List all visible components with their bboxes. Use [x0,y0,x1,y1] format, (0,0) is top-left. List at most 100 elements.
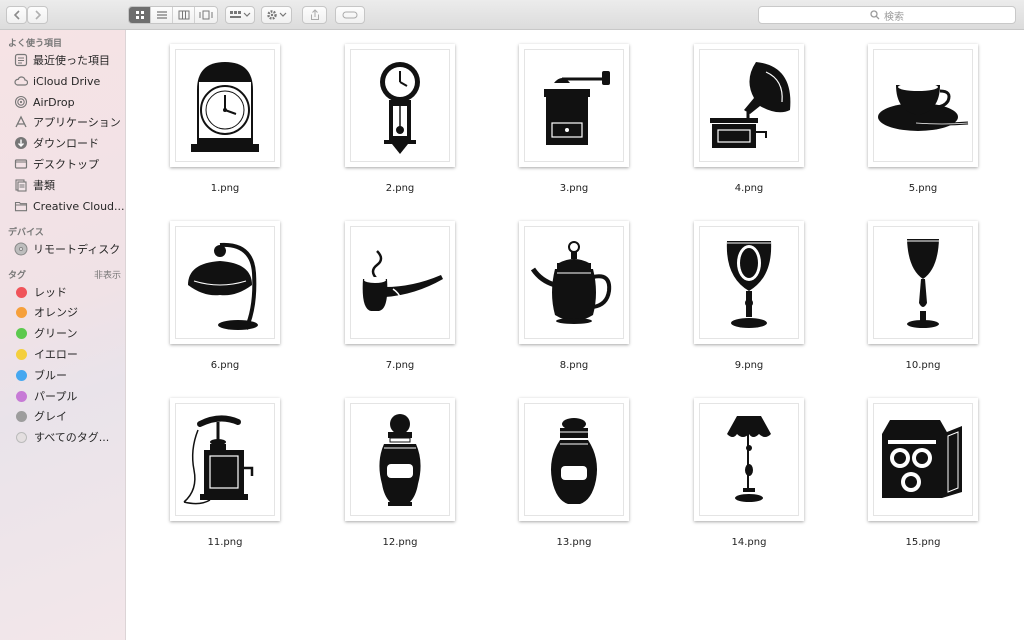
sidebar-item-icloud[interactable]: iCloud Drive [14,71,100,91]
sidebar-item-airdrop[interactable]: AirDrop [14,92,75,112]
sidebar-tag-gray[interactable]: グレイ [14,406,67,426]
file-thumbnail[interactable] [345,398,455,521]
file-thumbnail[interactable] [345,221,455,344]
forward-button[interactable] [27,6,48,24]
file-thumbnail[interactable] [868,44,978,167]
sidebar-tag-red[interactable]: レッド [14,282,67,302]
sidebar-item-label: レッド [34,286,67,299]
desk-lamp-icon [188,242,258,330]
sidebar-item-remote-disc[interactable]: リモートディスク [14,239,120,259]
sidebar-item-label: ブルー [34,369,67,382]
sidebar-item-label: リモートディスク [33,243,121,256]
desktop-icon [14,157,28,171]
sidebar-item-label: イエロー [34,348,78,361]
grid-icon [135,11,144,19]
file-name: 12.png [382,537,418,548]
sidebar-item-creative-cloud[interactable]: Creative Cloud... [14,196,125,216]
file-thumbnail[interactable] [694,44,804,167]
file-thumbnail[interactable] [519,221,629,344]
search-field[interactable]: 検索 [758,6,1016,24]
sidebar-item-label: 書類 [33,179,55,192]
coffee-grinder-icon [544,70,610,145]
list-view-button[interactable] [151,7,173,23]
sidebar-tag-green[interactable]: グリーン [14,323,77,343]
icon-view-button[interactable] [129,7,151,23]
sidebar-item-label: Creative Cloud... [33,199,125,213]
sidebar-item-label: iCloud Drive [33,74,101,88]
chevron-right-icon [34,10,41,20]
floor-lamp-icon [727,415,771,502]
sidebar-item-applications[interactable]: アプリケーション [14,112,121,132]
back-button[interactable] [6,6,27,24]
sidebar-item-label: 最近使った項目 [33,54,110,67]
gallery-view-button[interactable] [195,7,217,23]
tag-icon [342,11,358,19]
wine-glass-icon [907,238,939,328]
sidebar-tag-purple[interactable]: パープル [14,386,77,406]
applications-icon [14,115,28,129]
file-thumbnail[interactable] [170,221,280,344]
group-button[interactable] [225,6,255,24]
share-icon [310,9,319,20]
sidebar: よく使う項目 最近使った項目 iCloud Drive AirDrop アプリケ… [0,30,126,640]
tags-hide-button[interactable]: 非表示 [94,268,121,281]
search-placeholder: 検索 [884,11,904,23]
sidebar-item-label: グレイ [34,410,67,423]
file-thumbnail[interactable] [694,398,804,521]
action-button[interactable] [261,6,292,24]
file-thumbnail[interactable] [519,44,629,167]
round-jar-icon [551,417,597,504]
sidebar-item-documents[interactable]: 書類 [14,175,55,195]
view-mode-control [128,6,218,24]
gallery-icon [199,10,213,20]
file-thumbnail[interactable] [694,221,804,344]
file-thumbnail[interactable] [868,221,978,344]
sidebar-item-downloads[interactable]: ダウンロード [14,133,99,153]
favorites-header: よく使う項目 [8,39,63,49]
sidebar-item-label: すべてのタグ... [34,431,110,444]
sidebar-item-label: AirDrop [33,95,75,109]
tag-color-dot [16,286,27,298]
file-name: 10.png [905,360,941,371]
sidebar-item-desktop[interactable]: デスクトップ [14,154,99,174]
pendulum-clock-icon [380,61,420,154]
file-name: 7.png [385,360,415,371]
telephone-icon [183,415,254,504]
tag-color-dot [16,306,27,318]
folder-icon [14,199,28,213]
remote-disc-icon [14,242,28,256]
sidebar-item-label: パープル [34,390,78,403]
tag-color-dot [16,369,27,381]
tall-jar-icon [379,413,421,506]
teapot-icon [530,240,612,324]
recents-icon [14,53,28,67]
sidebar-item-recents[interactable]: 最近使った項目 [14,50,110,70]
file-name: 2.png [385,183,415,194]
sidebar-tag-blue[interactable]: ブルー [14,365,67,385]
share-button[interactable] [302,6,327,24]
airdrop-icon [14,95,28,109]
tag-button[interactable] [335,6,365,24]
file-thumbnail[interactable] [519,398,629,521]
file-name: 6.png [210,360,240,371]
file-thumbnail[interactable] [868,398,978,521]
file-name: 4.png [734,183,764,194]
file-name: 3.png [559,183,589,194]
file-name: 5.png [908,183,938,194]
column-view-button[interactable] [173,7,195,23]
devices-header: デバイス [8,228,44,238]
file-name: 9.png [734,360,764,371]
chevron-left-icon [13,10,20,20]
sidebar-item-label: アプリケーション [33,116,121,129]
file-name: 15.png [905,537,941,548]
file-name: 11.png [207,537,243,548]
sidebar-item-label: デスクトップ [33,158,99,171]
sidebar-tag-orange[interactable]: オレンジ [14,302,78,322]
file-thumbnail[interactable] [170,44,280,167]
sidebar-tag-yellow[interactable]: イエロー [14,344,78,364]
file-thumbnail[interactable] [170,398,280,521]
file-name: 13.png [556,537,592,548]
file-thumbnail[interactable] [345,44,455,167]
file-name: 1.png [210,183,240,194]
sidebar-tag-all[interactable]: すべてのタグ... [14,427,109,447]
